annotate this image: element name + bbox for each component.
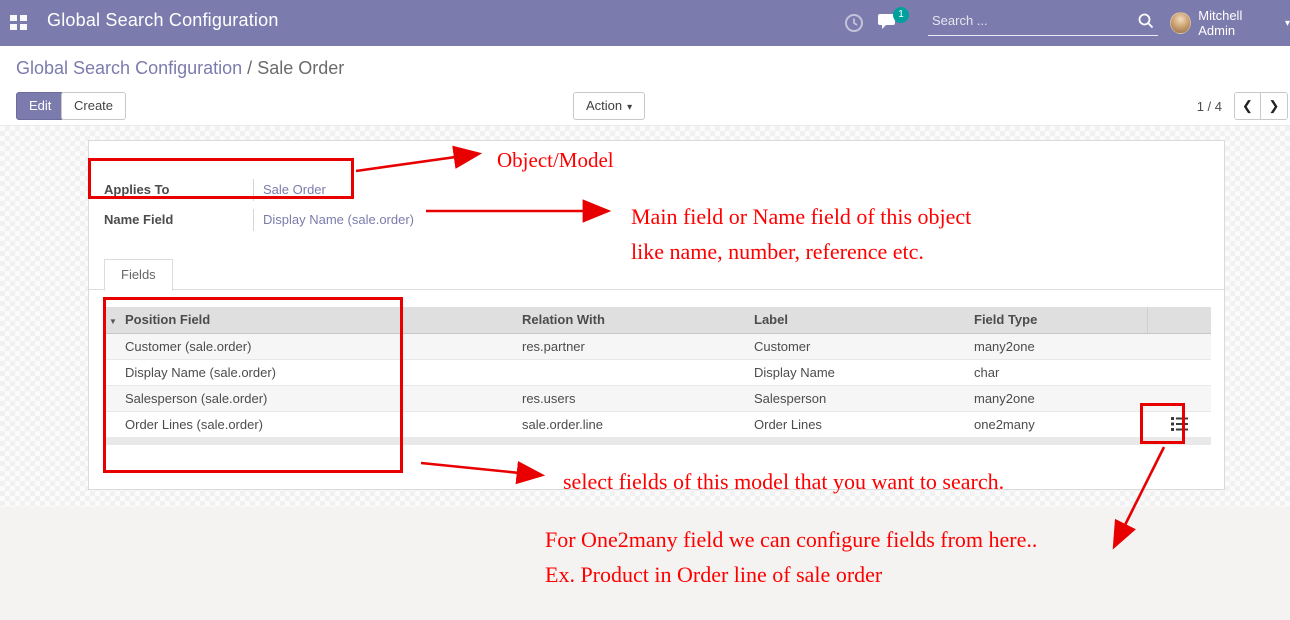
search-icon[interactable] — [1137, 12, 1155, 30]
user-avatar — [1170, 12, 1191, 34]
odoo-screen: Global Search Configuration 1 Mitchell A… — [0, 0, 1290, 620]
pager: 1 / 4 ❮ ❯ — [1197, 92, 1288, 120]
cell-actions — [1147, 333, 1211, 359]
annotation-one2many-line1: For One2many field we can configure fiel… — [545, 527, 1037, 553]
search-input[interactable] — [928, 9, 1158, 36]
cell-label: Customer — [751, 333, 971, 359]
apps-grid-icon[interactable] — [10, 15, 28, 31]
cell-field-type: many2one — [971, 333, 1147, 359]
annotation-one2many-line2: Ex. Product in Order line of sale order — [545, 562, 882, 588]
cell-relation-with: sale.order.line — [519, 411, 751, 437]
breadcrumb: Global Search Configuration / Sale Order — [16, 58, 344, 79]
breadcrumb-parent-link[interactable]: Global Search Configuration — [16, 58, 242, 78]
action-label: Action — [586, 98, 622, 113]
create-button[interactable]: Create — [61, 92, 126, 120]
annotation-main-field-line2: like name, number, reference etc. — [631, 239, 924, 265]
annotation-select-fields: select fields of this model that you wan… — [563, 469, 1004, 495]
message-count-badge: 1 — [893, 7, 909, 23]
global-search-box — [928, 9, 1158, 36]
header-field-type[interactable]: Field Type — [971, 307, 1147, 333]
header-actions — [1147, 307, 1211, 333]
annotation-box-position-field-column — [103, 297, 403, 473]
breadcrumb-current: Sale Order — [257, 58, 344, 78]
user-menu[interactable]: Mitchell Admin ▾ — [1170, 11, 1290, 35]
cell-field-type: one2many — [971, 411, 1147, 437]
annotation-box-config-icon — [1140, 403, 1185, 444]
app-title: Global Search Configuration — [47, 10, 279, 31]
chevron-down-icon: ▾ — [1285, 18, 1290, 29]
cell-relation-with: res.users — [519, 385, 751, 411]
annotation-main-field-line1: Main field or Name field of this object — [631, 204, 971, 230]
cell-relation-with — [519, 359, 751, 385]
edit-button[interactable]: Edit — [16, 92, 64, 120]
cell-field-type: many2one — [971, 385, 1147, 411]
cell-actions — [1147, 359, 1211, 385]
control-bar: Edit Create Action ▾ 1 / 4 ❮ ❯ — [0, 86, 1290, 126]
pager-value: 1 / 4 — [1197, 99, 1222, 114]
cell-label: Order Lines — [751, 411, 971, 437]
breadcrumb-separator: / — [247, 58, 252, 78]
annotation-box-applies-to — [88, 158, 354, 199]
chevron-down-icon: ▾ — [627, 102, 632, 113]
cell-label: Display Name — [751, 359, 971, 385]
form-row-name-field: Name Field Display Name (sale.order) — [104, 207, 414, 232]
name-field-label: Name Field — [104, 212, 253, 227]
action-dropdown-button[interactable]: Action ▾ — [573, 92, 645, 120]
notebook-divider — [89, 289, 1224, 290]
top-navbar: Global Search Configuration 1 Mitchell A… — [0, 0, 1290, 46]
pager-buttons: ❮ ❯ — [1234, 92, 1288, 120]
annotation-object-model: Object/Model — [497, 148, 614, 173]
header-label[interactable]: Label — [751, 307, 971, 333]
name-field-value[interactable]: Display Name (sale.order) — [253, 209, 414, 231]
user-name: Mitchell Admin — [1198, 8, 1279, 38]
breadcrumb-bar: Global Search Configuration / Sale Order — [0, 46, 1290, 86]
cell-label: Salesperson — [751, 385, 971, 411]
activities-clock-icon[interactable] — [844, 13, 864, 33]
cell-relation-with: res.partner — [519, 333, 751, 359]
pager-previous-button[interactable]: ❮ — [1235, 93, 1261, 119]
cell-field-type: char — [971, 359, 1147, 385]
tab-fields[interactable]: Fields — [104, 259, 173, 291]
header-relation-with[interactable]: Relation With — [519, 307, 751, 333]
pager-next-button[interactable]: ❯ — [1261, 93, 1287, 119]
